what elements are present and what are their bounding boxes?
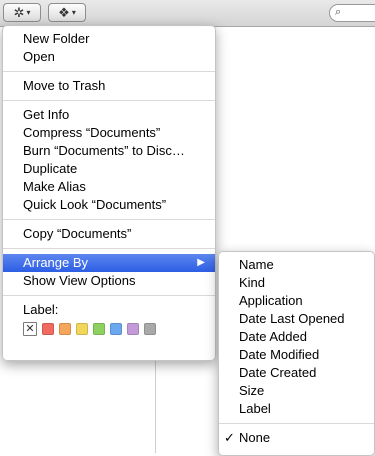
arrange-item-none[interactable]: ✓ None [219,429,374,447]
search-field[interactable]: ⌕ [329,4,375,22]
gear-icon: ✲ [13,5,25,20]
menu-item-new-folder[interactable]: New Folder [3,30,215,48]
label-swatch-gray[interactable] [144,323,156,335]
search-icon: ⌕ [335,6,342,18]
label-swatch-blue[interactable] [110,323,122,335]
chevron-down-icon: ▾ [71,7,76,17]
menu-item-arrange-by[interactable]: Arrange By ▶ [3,254,215,272]
arrange-item-size[interactable]: Size [219,382,374,400]
arrange-item-date-created[interactable]: Date Created [219,364,374,382]
menu-item-burn-to-disc[interactable]: Burn “Documents” to Disc… [3,142,215,160]
arrange-by-submenu: Name Kind Application Date Last Opened D… [218,251,375,456]
menu-item-move-to-trash[interactable]: Move to Trash [3,77,215,95]
arrange-item-date-added[interactable]: Date Added [219,328,374,346]
label-heading: Label: [23,302,59,317]
arrange-item-kind[interactable]: Kind [219,274,374,292]
menu-item-label: Arrange By [23,255,89,270]
arrange-item-name[interactable]: Name [219,256,374,274]
submenu-arrow-icon: ▶ [197,257,205,268]
action-menu-button[interactable]: ✲ ▾ [3,3,41,22]
arrange-item-application[interactable]: Application [219,292,374,310]
menu-item-show-view-options[interactable]: Show View Options [3,272,215,290]
action-context-menu: New Folder Open Move to Trash Get Info C… [2,25,216,361]
label-swatch-purple[interactable] [127,323,139,335]
arrange-item-date-last-opened[interactable]: Date Last Opened [219,310,374,328]
close-icon: ✕ [25,322,35,335]
menu-item-label: None [239,430,271,445]
finder-toolbar: ✲ ▾ ❖ ▾ ⌕ [0,0,375,27]
dropbox-icon: ❖ [58,5,70,20]
label-swatch-orange[interactable] [59,323,71,335]
menu-separator [3,100,215,101]
menu-item-duplicate[interactable]: Duplicate [3,160,215,178]
menu-separator [219,423,374,424]
menu-separator [3,248,215,249]
menu-item-get-info[interactable]: Get Info [3,106,215,124]
menu-item-quick-look[interactable]: Quick Look “Documents” [3,196,215,214]
label-swatch-green[interactable] [93,323,105,335]
label-swatches: ✕ [3,319,215,339]
menu-item-copy[interactable]: Copy “Documents” [3,225,215,243]
menu-item-make-alias[interactable]: Make Alias [3,178,215,196]
menu-separator [3,295,215,296]
label-swatch-red[interactable] [42,323,54,335]
arrange-item-label[interactable]: Label [219,400,374,418]
checkmark-icon: ✓ [224,430,235,445]
arrange-item-date-modified[interactable]: Date Modified [219,346,374,364]
chevron-down-icon: ▾ [26,7,31,17]
menu-item-open[interactable]: Open [3,48,215,66]
label-none-swatch[interactable]: ✕ [23,322,37,336]
menu-item-compress[interactable]: Compress “Documents” [3,124,215,142]
menu-separator [3,219,215,220]
label-swatch-yellow[interactable] [76,323,88,335]
dropbox-button[interactable]: ❖ ▾ [48,3,86,22]
menu-separator [3,71,215,72]
